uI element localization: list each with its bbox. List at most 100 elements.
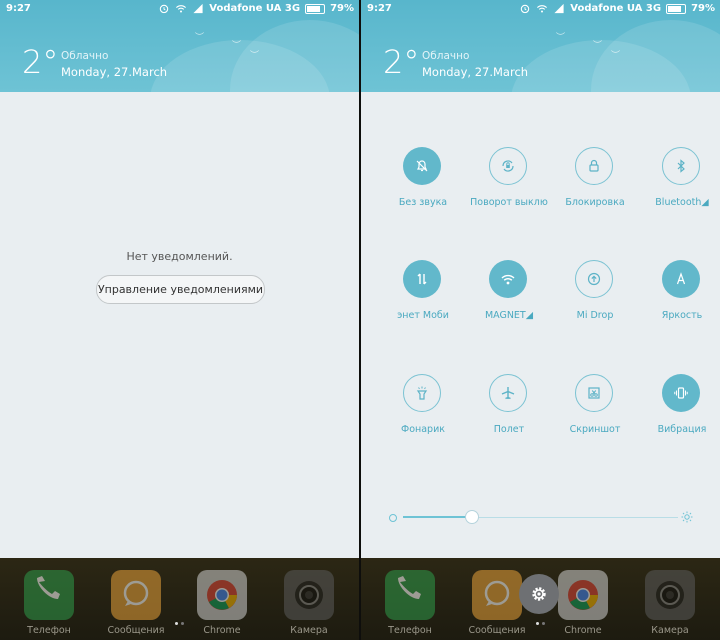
page-dot [536,622,539,625]
qs-tile-circle[interactable] [403,374,441,412]
qs-tile-bluetooth[interactable]: Bluetooth◢ [637,147,720,227]
battery-fill [668,5,681,12]
qs-tile-circle[interactable] [575,260,613,298]
settings-button[interactable] [519,574,559,614]
battery-fill [307,5,320,12]
phone-icon [398,576,421,599]
alarm-icon [160,4,169,14]
qs-tile-mi-drop[interactable]: Mi Drop [550,260,640,340]
qs-tile-label: Bluetooth◢ [655,197,709,208]
bluetooth-icon [677,159,685,173]
battery-percent: 79% [330,3,354,14]
qs-tile-circle[interactable] [662,147,700,185]
qs-tile-vibrate[interactable]: Вибрация [637,374,720,454]
weather-condition: Облачно [61,50,109,62]
qs-tile-wifi[interactable]: MAGNET◢ [464,260,554,340]
dock-app-label: Телефон [388,625,432,636]
qs-tile-airplane[interactable]: Полет [464,374,554,454]
battery-icon [305,3,326,14]
chrome-icon [207,580,237,610]
qs-tile-circle[interactable] [489,147,527,185]
signal-icon [554,3,564,14]
flashlight-icon [416,386,428,400]
alarm-icon [521,4,530,14]
brightness-low-icon [389,514,397,522]
manage-notifications-button[interactable]: Управление уведомлениями [96,275,265,304]
qs-tile-lock[interactable]: Блокировка [550,147,640,227]
bell-off-icon [416,160,428,172]
qs-tile-circle[interactable] [662,260,700,298]
dock-app-phone[interactable] [385,570,435,620]
dock-app-label: Камера [290,625,328,636]
brightness-slider[interactable] [361,507,720,527]
brightness-knob[interactable] [464,510,479,524]
date-label: Monday, 27.March [422,65,529,79]
page-dot [175,622,178,625]
clock: 9:27 [367,3,392,14]
auto-brightness-icon [676,272,686,285]
qs-tile-bell-off[interactable]: Без звука [378,147,468,227]
qs-tile-rotation-lock[interactable]: Поворот выклю [464,147,554,227]
carrier-label: Vodafone UA 3G [570,3,662,14]
phone-icon [37,576,60,599]
clock: 9:27 [6,3,31,14]
battery-icon [666,3,687,14]
page-dot [181,622,184,625]
gear-icon [532,587,546,601]
status-bar: 9:27 Vodafone UA 3G 79% [361,0,720,18]
dock-app-camera[interactable] [284,570,334,620]
qs-tile-label: Яркость [661,310,703,321]
chrome-icon [568,580,598,610]
vibrate-icon [674,387,688,399]
dock-app-label: Сообщения [107,625,165,636]
dock-app-camera[interactable] [645,570,695,620]
qs-tile-mobile-data[interactable]: энет Моби [378,260,468,340]
dock-app-phone[interactable] [24,570,74,620]
weather-condition: Облачно [422,50,470,62]
camera-icon [656,581,684,609]
messages-icon [484,580,510,606]
qs-tile-circle[interactable] [403,260,441,298]
qs-tile-label: Вибрация [657,424,707,435]
date-label: Monday, 27.March [61,65,168,79]
notification-shade: ︶ ︶ ︶ 2° Облачно Monday, 27.March 9:27 V… [0,0,359,640]
battery-percent: 79% [691,3,715,14]
dock-app-label: Chrome [203,625,241,636]
wifi-icon [501,274,515,285]
qs-tile-circle[interactable] [575,147,613,185]
dock-app-messages[interactable] [111,570,161,620]
dock-app-label: Сообщения [468,625,526,636]
dock-app-chrome[interactable] [197,570,247,620]
empty-notifications-text: Нет уведомлений. [126,250,233,263]
dock-app-chrome[interactable] [558,570,608,620]
lock-icon [589,159,599,172]
qs-tile-screenshot[interactable]: Скриншот [550,374,640,454]
qs-tile-auto-brightness[interactable]: Яркость [637,260,720,340]
airplane-icon [501,387,515,400]
brightness-high-icon [681,511,693,523]
mi-drop-icon [587,272,601,286]
page-dot [542,622,545,625]
status-bar: 9:27 Vodafone UA 3G 79% [0,0,359,18]
messages-icon [123,580,149,606]
qs-tile-circle[interactable] [489,374,527,412]
qs-tile-circle[interactable] [489,260,527,298]
qs-tile-circle[interactable] [403,147,441,185]
page-indicator [175,622,184,625]
dock-app-messages[interactable] [472,570,522,620]
quick-settings-shade: ︶ ︶ ︶ 2° Облачно Monday, 27.March 9:27 V… [361,0,720,640]
brightness-fill [403,516,472,518]
dock-app-label: Chrome [564,625,602,636]
page-indicator [536,622,545,625]
rotation-lock-icon [502,160,514,172]
dock-app-label: Телефон [27,625,71,636]
quick-settings-area: Без звука Поворот выклю Блокировка Bluetoot… [361,92,720,558]
qs-tile-flashlight[interactable]: Фонарик [378,374,468,454]
camera-icon [295,581,323,609]
home-dock: Телефон Сообщения Chrome Камера [0,558,359,640]
temperature: 2° [383,43,420,81]
mobile-data-icon [417,273,427,285]
qs-tile-circle[interactable] [662,374,700,412]
qs-tile-circle[interactable] [575,374,613,412]
wifi-status-icon [176,5,187,13]
